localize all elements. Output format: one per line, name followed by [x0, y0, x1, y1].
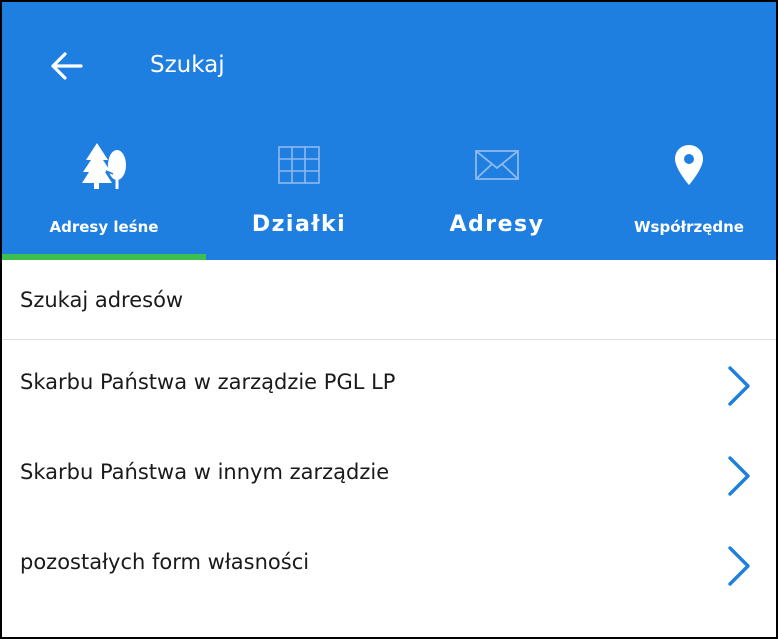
section-header: Szukaj adresów	[2, 260, 776, 340]
map-pin-icon	[675, 145, 703, 185]
tab-label-wspolrzedne: Współrzędne	[634, 218, 744, 236]
arrow-left-icon	[51, 52, 83, 80]
chevron-right-icon	[728, 546, 750, 586]
tab-label-dzialki: Działki	[251, 212, 347, 237]
list-item-inny-zarzad[interactable]: Skarbu Państwa w innym zarządzie	[2, 430, 776, 520]
tab-adresy-lesne[interactable]: Adresy leśne	[2, 136, 206, 260]
list-item-pozostale-formy[interactable]: pozostałych form własności	[2, 520, 776, 610]
list-item-label: Skarbu Państwa w zarządzie PGL LP	[20, 370, 396, 394]
tab-label-adresy-lesne: Adresy leśne	[49, 218, 159, 236]
app-frame: Szukaj Adresy leśne Działki Adresy Współ…	[0, 0, 778, 639]
list-item-pgl-lp[interactable]: Skarbu Państwa w zarządzie PGL LP	[2, 340, 776, 430]
chevron-right-icon	[728, 366, 750, 406]
app-bar: Szukaj Adresy leśne Działki Adresy Współ…	[2, 2, 776, 260]
tab-label-adresy: Adresy	[449, 212, 545, 237]
tab-wspolrzedne[interactable]: Współrzędne	[602, 136, 776, 260]
envelope-icon	[475, 150, 519, 180]
list-item-label: Skarbu Państwa w innym zarządzie	[20, 460, 390, 484]
tab-dzialki[interactable]: Działki	[206, 136, 392, 260]
chevron-right-icon	[728, 456, 750, 496]
back-button[interactable]	[44, 46, 88, 86]
tab-adresy[interactable]: Adresy	[392, 136, 602, 260]
section-header-label: Szukaj adresów	[20, 288, 184, 312]
trees-icon	[82, 143, 126, 189]
page-title: Szukaj	[150, 52, 225, 78]
grid-icon	[278, 146, 320, 184]
list-item-label: pozostałych form własności	[20, 550, 310, 574]
